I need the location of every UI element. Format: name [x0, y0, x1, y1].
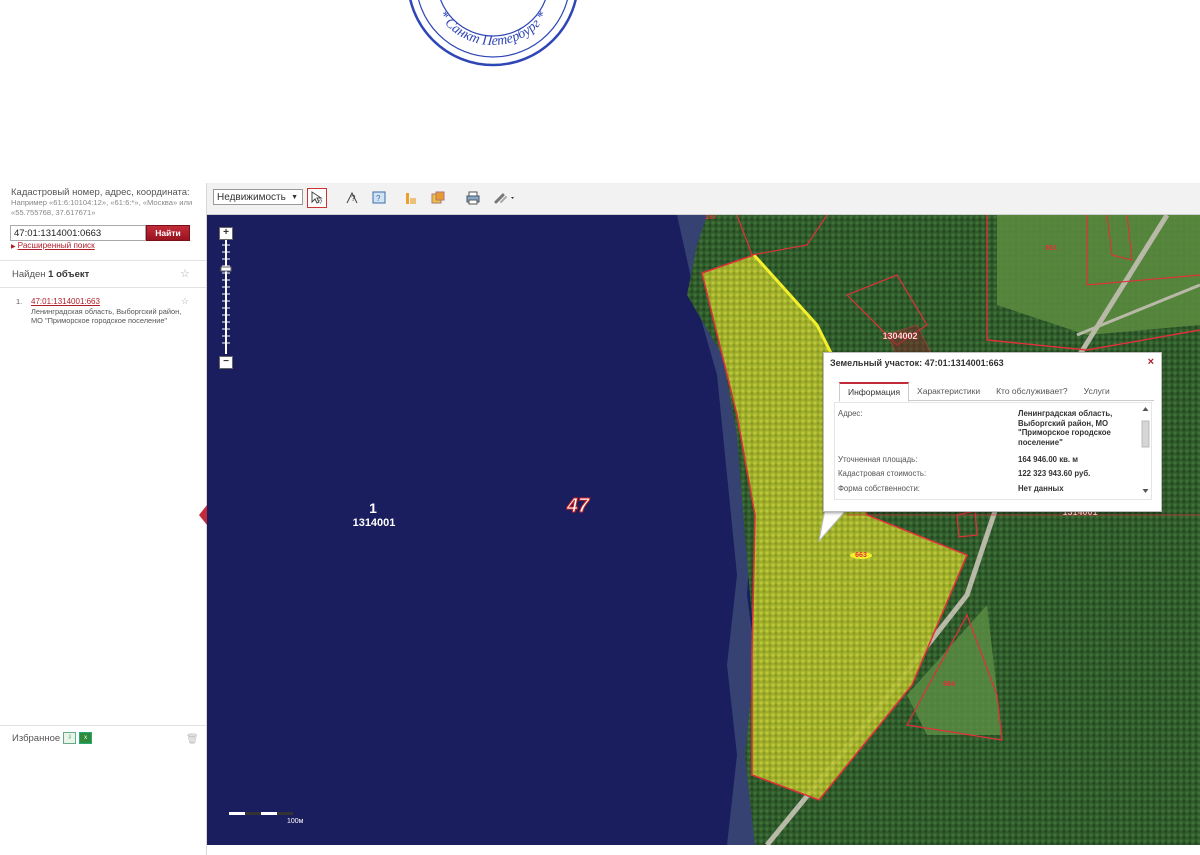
info-value: 122 323 943.60 руб. [1018, 469, 1091, 478]
parcel-663-label: 663 [850, 552, 872, 559]
layer-select[interactable]: Недвижимость ▼ [213, 189, 303, 205]
advanced-search-label: Расширенный поиск [17, 241, 95, 250]
scale-ruler [229, 812, 293, 815]
search-hint-example: Например «61:6:10104:12», «61:6:*», «Мос… [11, 198, 193, 217]
parcel-664-label: 664 [943, 681, 955, 688]
popup-info-panel: Адрес: Ленинградская область, Выборгский… [834, 402, 1152, 500]
region-label: 47 [566, 495, 590, 518]
zoom-control: + − [219, 227, 233, 369]
layers-icon [431, 191, 445, 204]
search-sidebar: Кадастровый номер, адрес, координата: На… [0, 183, 207, 855]
advanced-search-link[interactable]: ▶ Расширенный поиск [11, 241, 95, 250]
triangle-right-icon: ▶ [11, 244, 16, 250]
info-value: 164 946.00 кв. м [1018, 455, 1078, 464]
info-key: Уточненная площадь: [838, 455, 918, 464]
parcel-187-label: 187 [705, 215, 717, 221]
identify-icon: ? [346, 191, 358, 204]
cursor-query-icon: ? [311, 191, 323, 205]
svg-text:* Санкт Петербург *: * Санкт Петербург * [435, 8, 551, 49]
info-key: Кадастровая стоимость: [838, 469, 927, 478]
divider [0, 725, 206, 726]
print-button[interactable] [463, 188, 483, 208]
map-toolbar: Недвижимость ▼ ? ? ? [207, 183, 1200, 215]
search-input[interactable] [10, 225, 146, 241]
star-icon[interactable]: ☆ [181, 296, 189, 307]
zoom-in-button[interactable]: + [219, 227, 233, 240]
tab-information[interactable]: Информация [839, 382, 910, 402]
zoom-slider[interactable] [219, 240, 233, 354]
quarter-1304002-label: 1304002 [882, 331, 918, 341]
divider [0, 260, 206, 261]
link-icon [494, 193, 514, 204]
info-value: Ленинградская область, Выборгский район,… [1018, 409, 1113, 447]
found-count: 1 объект [48, 269, 90, 280]
info-key: Адрес: [838, 409, 863, 418]
ruler-icon [406, 193, 416, 204]
tab-services[interactable]: Услуги [1076, 382, 1118, 400]
popup-tabs: Информация Характеристики Кто обслуживае… [839, 382, 1154, 402]
identify-tool-button[interactable]: ? [342, 188, 362, 208]
map-search-icon: ? [372, 191, 386, 204]
caret-down-icon: ▼ [291, 194, 298, 201]
result-cadastral-link[interactable]: 47:01:1314001:663 [31, 297, 100, 306]
excel-icon[interactable]: x [79, 732, 93, 744]
printer-icon [466, 191, 480, 205]
map-info-button[interactable]: ? [369, 188, 389, 208]
popup-pointer [818, 509, 848, 543]
zoom-slider-handle [220, 266, 232, 272]
tab-characteristics[interactable]: Характеристики [909, 382, 988, 400]
svg-text:?: ? [319, 200, 323, 205]
quarter-number-label: 1 [369, 500, 377, 516]
scale-label: 100м [287, 818, 304, 825]
parcel-691-label: 691 [1045, 245, 1057, 252]
collapse-sidebar-handle[interactable] [199, 505, 207, 525]
seal-stamp: * Санкт Петербург * [409, 0, 577, 67]
map-imagery [207, 215, 1200, 845]
tab-who-serves[interactable]: Кто обслуживает? [988, 382, 1076, 400]
result-number: 1. [16, 297, 23, 306]
export-icon[interactable]: ⇩ [63, 732, 77, 744]
scale-bar: 100м [229, 810, 319, 829]
svg-text:?: ? [351, 194, 356, 203]
trash-icon[interactable]: 🗑 [186, 734, 199, 745]
result-address: Ленинградская область, Выборгский район,… [31, 307, 182, 325]
map-canvas[interactable]: 1 1314001 47 663 664 691 187 1304002 131… [207, 215, 1200, 845]
measure-tool-button[interactable] [401, 188, 421, 208]
search-hint-title: Кадастровый номер, адрес, координата: [11, 187, 190, 198]
close-icon[interactable]: × [1148, 356, 1154, 368]
list-item[interactable]: 1. 47:01:1314001:663 Ленинградская облас… [16, 297, 186, 325]
svg-text:?: ? [376, 194, 381, 203]
layers-tool-button[interactable] [428, 188, 448, 208]
info-key: Форма собственности: [838, 484, 920, 493]
layer-select-value: Недвижимость [217, 192, 286, 203]
divider [0, 287, 206, 288]
info-value: Нет данных [1018, 484, 1064, 493]
select-tool-button[interactable]: ? [307, 188, 327, 208]
search-button[interactable]: Найти [146, 225, 190, 241]
favorites-header: Избранное ⇩ x [12, 732, 93, 744]
found-prefix: Найден [12, 269, 46, 280]
star-icon[interactable]: ☆ [180, 267, 190, 280]
zoom-out-button[interactable]: − [219, 356, 233, 369]
link-menu-button[interactable] [491, 188, 519, 208]
quarter-code-label: 1314001 [352, 517, 396, 529]
popup-scrollbar[interactable] [1141, 405, 1150, 495]
parcel-info-popup: Земельный участок: 47:01:1314001:663 × И… [823, 352, 1162, 512]
results-header: Найден 1 объект [12, 269, 89, 280]
popup-title: Земельный участок: 47:01:1314001:663 [830, 358, 1004, 368]
favorites-label: Избранное [12, 732, 61, 744]
